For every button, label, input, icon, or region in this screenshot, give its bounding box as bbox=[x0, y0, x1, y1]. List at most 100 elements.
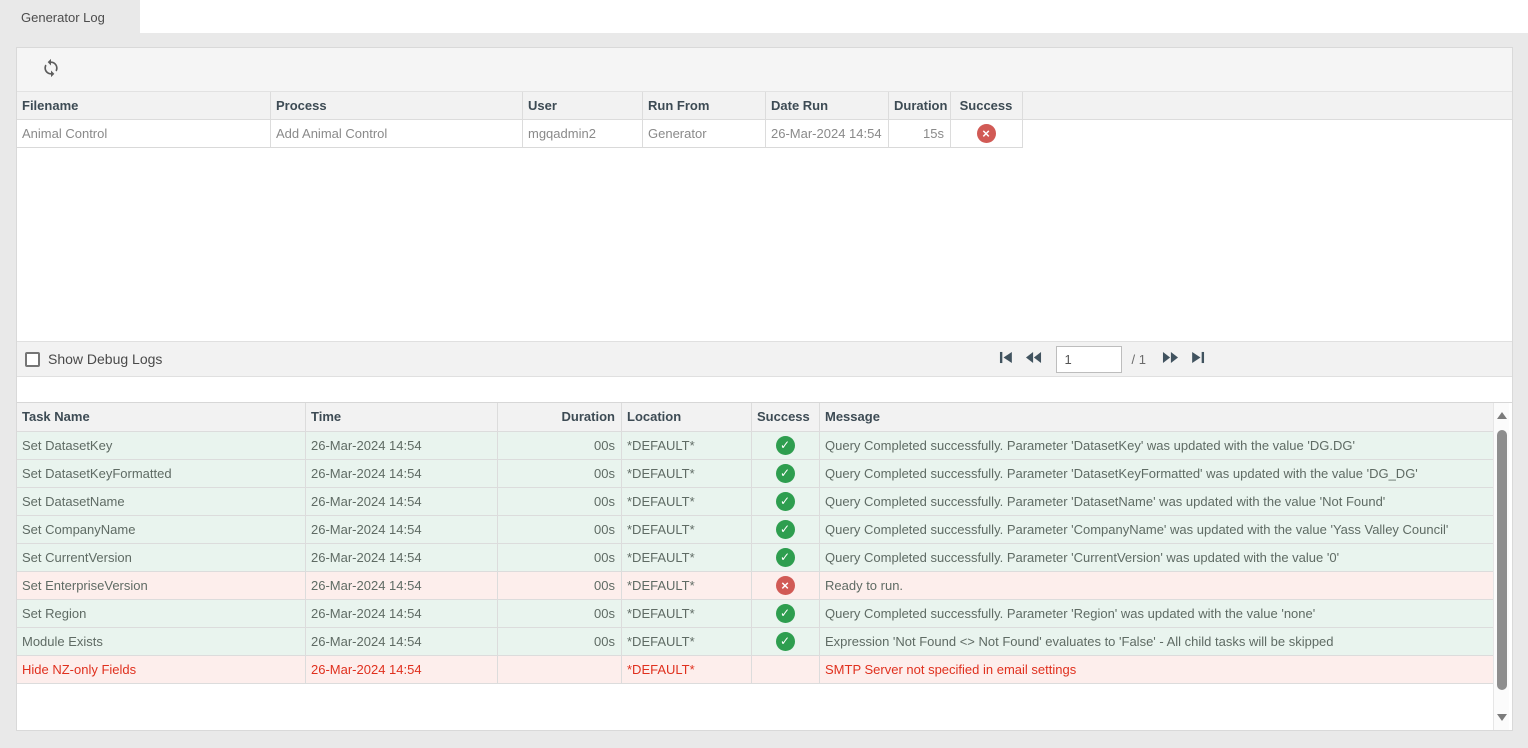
cell-duration: 00s bbox=[498, 628, 622, 656]
cell-location: *DEFAULT* bbox=[622, 600, 752, 628]
cell-date-run: 26-Mar-2024 14:54 bbox=[766, 120, 889, 148]
first-page-icon bbox=[996, 348, 1015, 370]
cell-message: Query Completed successfully. Parameter … bbox=[820, 516, 1493, 544]
cell-duration: 15s bbox=[889, 120, 951, 148]
last-page-button[interactable] bbox=[1186, 347, 1210, 371]
table-row[interactable]: Set CompanyName26-Mar-2024 14:5400s*DEFA… bbox=[17, 516, 1493, 544]
generator-log-grid-header: FilenameProcessUserRun FromDate RunDurat… bbox=[17, 92, 1512, 120]
cell-location: *DEFAULT* bbox=[622, 488, 752, 516]
cell-message: Query Completed successfully. Parameter … bbox=[820, 544, 1493, 572]
column-header-time[interactable]: Time bbox=[306, 403, 498, 432]
table-row[interactable]: Animal ControlAdd Animal Controlmgqadmin… bbox=[17, 120, 1512, 148]
success-check-icon: ✓ bbox=[776, 548, 795, 567]
cell-message: Query Completed successfully. Parameter … bbox=[820, 432, 1493, 460]
refresh-icon bbox=[41, 58, 61, 81]
cell-success: ✓ bbox=[752, 516, 820, 544]
cell-time: 26-Mar-2024 14:54 bbox=[306, 628, 498, 656]
success-check-icon: ✓ bbox=[776, 520, 795, 539]
cell-duration bbox=[498, 656, 622, 684]
tab-generator-log[interactable]: Generator Log bbox=[0, 0, 140, 47]
cell-location: *DEFAULT* bbox=[622, 572, 752, 600]
success-check-icon: ✓ bbox=[776, 464, 795, 483]
cell-task-name: Hide NZ-only Fields bbox=[17, 656, 306, 684]
next-page-button[interactable] bbox=[1158, 347, 1182, 371]
cell-task-name: Set DatasetKeyFormatted bbox=[17, 460, 306, 488]
column-header-duration[interactable]: Duration bbox=[889, 92, 951, 120]
cell-message: Expression 'Not Found <> Not Found' eval… bbox=[820, 628, 1493, 656]
table-row[interactable]: Hide NZ-only Fields26-Mar-2024 14:54*DEF… bbox=[17, 656, 1493, 684]
cell-duration: 00s bbox=[498, 460, 622, 488]
cell-location: *DEFAULT* bbox=[622, 460, 752, 488]
cell-duration: 00s bbox=[498, 544, 622, 572]
cell-task-name: Set EnterpriseVersion bbox=[17, 572, 306, 600]
cell-task-name: Module Exists bbox=[17, 628, 306, 656]
table-row[interactable]: Set DatasetName26-Mar-2024 14:5400s*DEFA… bbox=[17, 488, 1493, 516]
table-row[interactable]: Set EnterpriseVersion26-Mar-2024 14:5400… bbox=[17, 572, 1493, 600]
generator-log-grid-rows: Animal ControlAdd Animal Controlmgqadmin… bbox=[17, 120, 1512, 148]
table-row[interactable]: Set DatasetKeyFormatted26-Mar-2024 14:54… bbox=[17, 460, 1493, 488]
show-debug-logs-toggle[interactable]: Show Debug Logs bbox=[25, 351, 162, 367]
cell-task-name: Set DatasetKey bbox=[17, 432, 306, 460]
column-header-process[interactable]: Process bbox=[271, 92, 523, 120]
task-log-grid-rows: Set DatasetKey26-Mar-2024 14:5400s*DEFAU… bbox=[17, 432, 1493, 684]
table-row[interactable]: Set Region26-Mar-2024 14:5400s*DEFAULT*✓… bbox=[17, 600, 1493, 628]
cell-message: SMTP Server not specified in email setti… bbox=[820, 656, 1493, 684]
previous-page-button[interactable] bbox=[1022, 347, 1046, 371]
scroll-up-arrow-icon[interactable] bbox=[1497, 412, 1507, 419]
cell-time: 26-Mar-2024 14:54 bbox=[306, 488, 498, 516]
generator-log-grid: FilenameProcessUserRun FromDate RunDurat… bbox=[17, 92, 1512, 342]
error-cross-icon: × bbox=[977, 124, 996, 143]
column-header-user[interactable]: User bbox=[523, 92, 643, 120]
page-number-input[interactable] bbox=[1056, 346, 1122, 373]
table-row[interactable]: Module Exists26-Mar-2024 14:5400s*DEFAUL… bbox=[17, 628, 1493, 656]
cell-success: ✓ bbox=[752, 460, 820, 488]
cell-success: ✓ bbox=[752, 488, 820, 516]
column-header-filename[interactable]: Filename bbox=[17, 92, 271, 120]
table-row[interactable]: Set CurrentVersion26-Mar-2024 14:5400s*D… bbox=[17, 544, 1493, 572]
scroll-down-arrow-icon[interactable] bbox=[1497, 714, 1507, 721]
show-debug-logs-checkbox[interactable] bbox=[25, 352, 40, 367]
debug-bar: Show Debug Logs / 1 bbox=[17, 342, 1512, 377]
cell-location: *DEFAULT* bbox=[622, 516, 752, 544]
first-page-button[interactable] bbox=[994, 347, 1018, 371]
refresh-button[interactable] bbox=[37, 56, 65, 84]
success-check-icon: ✓ bbox=[776, 492, 795, 511]
cell-success: × bbox=[951, 120, 1023, 148]
spacer bbox=[17, 377, 1512, 402]
column-header-task-name[interactable]: Task Name bbox=[17, 403, 306, 432]
cell-time: 26-Mar-2024 14:54 bbox=[306, 656, 498, 684]
task-log-grid: Task NameTimeDurationLocationSuccessMess… bbox=[17, 402, 1512, 730]
cell-time: 26-Mar-2024 14:54 bbox=[306, 544, 498, 572]
column-header-success[interactable]: Success bbox=[752, 403, 820, 432]
column-header-success[interactable]: Success bbox=[951, 92, 1023, 120]
cell-duration: 00s bbox=[498, 432, 622, 460]
cell-task-name: Set Region bbox=[17, 600, 306, 628]
column-header-run-from[interactable]: Run From bbox=[643, 92, 766, 120]
cell-success: ✓ bbox=[752, 628, 820, 656]
success-check-icon: ✓ bbox=[776, 632, 795, 651]
table-row[interactable]: Set DatasetKey26-Mar-2024 14:5400s*DEFAU… bbox=[17, 432, 1493, 460]
cell-message: Query Completed successfully. Parameter … bbox=[820, 460, 1493, 488]
column-header-location[interactable]: Location bbox=[622, 403, 752, 432]
cell-success: ✓ bbox=[752, 600, 820, 628]
success-check-icon: ✓ bbox=[776, 436, 795, 455]
cell-task-name: Set CurrentVersion bbox=[17, 544, 306, 572]
cell-location: *DEFAULT* bbox=[622, 432, 752, 460]
cell-message: Query Completed successfully. Parameter … bbox=[820, 488, 1493, 516]
success-check-icon: ✓ bbox=[776, 604, 795, 623]
column-header-duration[interactable]: Duration bbox=[498, 403, 622, 432]
cell-filename: Animal Control bbox=[17, 120, 271, 148]
column-header-message[interactable]: Message bbox=[820, 403, 1493, 432]
vertical-scrollbar[interactable] bbox=[1493, 403, 1509, 730]
next-page-icon bbox=[1161, 348, 1180, 370]
cell-success: × bbox=[752, 572, 820, 600]
previous-page-icon bbox=[1024, 348, 1043, 370]
cell-task-name: Set CompanyName bbox=[17, 516, 306, 544]
scrollbar-thumb[interactable] bbox=[1497, 430, 1507, 690]
cell-success: ✓ bbox=[752, 432, 820, 460]
cell-message: Ready to run. bbox=[820, 572, 1493, 600]
column-header-date-run[interactable]: Date Run bbox=[766, 92, 889, 120]
cell-user: mgqadmin2 bbox=[523, 120, 643, 148]
cell-task-name: Set DatasetName bbox=[17, 488, 306, 516]
column-header-filler bbox=[1023, 92, 1512, 120]
